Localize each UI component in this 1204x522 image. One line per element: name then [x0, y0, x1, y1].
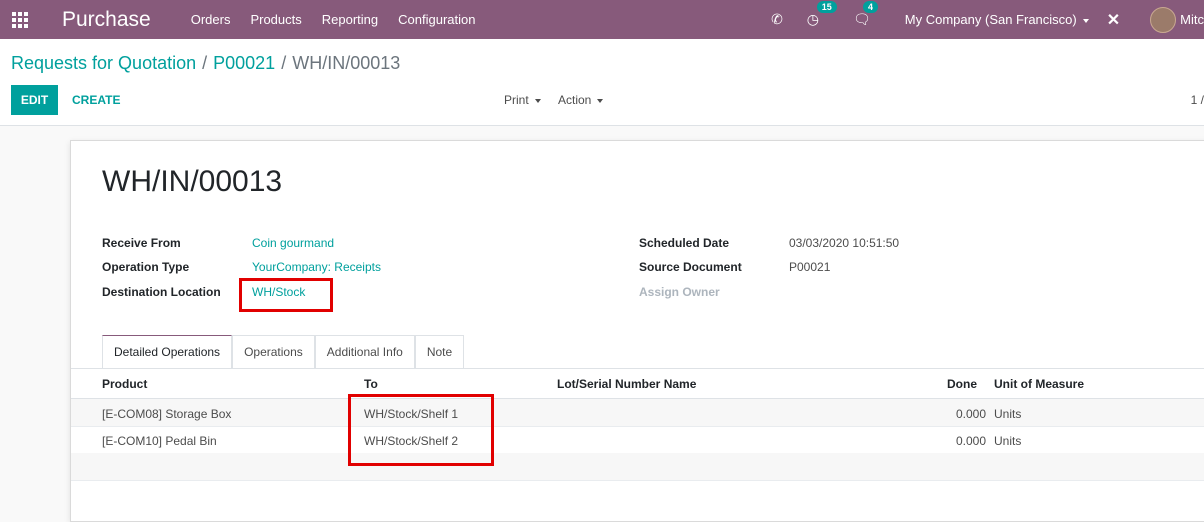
table-row[interactable]: [E-COM10] Pedal Bin WH/Stock/Shelf 2 0.0…: [71, 426, 1204, 454]
tab-note[interactable]: Note: [414, 335, 465, 368]
col-uom[interactable]: Unit of Measure: [994, 377, 1084, 391]
label-destination-location: Destination Location: [102, 285, 221, 299]
breadcrumb-current: WH/IN/00013: [292, 53, 401, 73]
app-name[interactable]: Purchase: [62, 8, 151, 32]
company-name: My Company (San Francisco): [904, 12, 1077, 27]
top-navbar: Purchase Orders Products Reporting Confi…: [0, 0, 1204, 39]
print-label: Print: [504, 93, 529, 107]
debug-tools-icon[interactable]: ✕: [1107, 10, 1120, 30]
company-switcher[interactable]: My Company (San Francisco): [905, 12, 1089, 27]
chevron-down-icon: [1082, 18, 1089, 23]
navbar-systray: ✆ ◷ 15 🗨 4 My Company (San Francisco) ✕ …: [759, 0, 1204, 39]
menu-reporting[interactable]: Reporting: [322, 12, 378, 27]
breadcrumb-po[interactable]: P00021: [213, 53, 275, 73]
done-cell: 0.000: [955, 407, 986, 421]
label-receive-from: Receive From: [102, 236, 181, 250]
form-sheet: WH/IN/00013 Receive From Coin gourmand O…: [70, 140, 1204, 522]
avatar[interactable]: [1150, 6, 1177, 33]
tab-detailed-operations[interactable]: Detailed Operations: [102, 335, 233, 368]
operation-type-value[interactable]: YourCompany: Receipts: [252, 260, 381, 274]
print-dropdown[interactable]: Print: [504, 93, 541, 107]
col-product[interactable]: Product: [102, 377, 147, 391]
source-document-value[interactable]: P00021: [789, 260, 830, 274]
product-cell: [E-COM10] Pedal Bin: [102, 434, 217, 448]
notebook-tabs: Detailed Operations Operations Additiona…: [102, 335, 465, 368]
highlight-box-to-column: [348, 394, 494, 466]
app-menu-icon[interactable]: [10, 10, 30, 30]
user-name[interactable]: Mitc: [1180, 12, 1204, 27]
product-cell: [E-COM08] Storage Box: [102, 407, 232, 421]
message-count-badge: 4: [863, 1, 879, 13]
chevron-down-icon: [597, 98, 604, 103]
activity-clock-icon[interactable]: ◷ 15: [807, 1, 837, 28]
phone-icon[interactable]: ✆: [771, 11, 783, 28]
menu-configuration[interactable]: Configuration: [398, 12, 475, 27]
col-to[interactable]: To: [364, 377, 378, 391]
label-scheduled-date: Scheduled Date: [639, 236, 730, 250]
breadcrumb: Requests for Quotation / P00021/WH/IN/0001…: [11, 53, 401, 73]
done-cell: 0.000: [955, 434, 986, 448]
receive-from-value[interactable]: Coin gourmand: [252, 236, 334, 250]
scheduled-date-value[interactable]: 03/03/2020 10:51:50: [789, 236, 899, 250]
action-dropdown[interactable]: Action: [558, 93, 604, 107]
table-row[interactable]: [E-COM08] Storage Box WH/Stock/Shelf 1 0…: [71, 399, 1204, 427]
highlight-box-destination: [239, 278, 333, 312]
messages-icon[interactable]: 🗨 4: [853, 1, 879, 28]
tab-operations[interactable]: Operations: [232, 335, 315, 368]
label-assign-owner: Assign Owner: [639, 285, 720, 299]
create-button[interactable]: CREATE: [72, 93, 120, 107]
breadcrumb-rfq[interactable]: Requests for Quotation: [11, 53, 196, 73]
menu-orders[interactable]: Orders: [191, 12, 231, 27]
col-done[interactable]: Done: [877, 377, 977, 391]
chevron-down-icon: [534, 98, 541, 103]
tab-additional-info[interactable]: Additional Info: [314, 335, 415, 368]
uom-cell: Units: [994, 434, 1022, 448]
activity-count-badge: 15: [816, 1, 837, 13]
pager[interactable]: 1 /: [1191, 93, 1204, 107]
label-operation-type: Operation Type: [102, 260, 190, 274]
action-label: Action: [558, 93, 592, 107]
label-source-document: Source Document: [639, 260, 742, 274]
menu-products[interactable]: Products: [250, 12, 301, 27]
control-panel: Requests for Quotation / P00021/WH/IN/0001…: [0, 39, 1204, 126]
uom-cell: Units: [994, 407, 1022, 421]
record-title: WH/IN/00013: [102, 165, 283, 198]
table-row-empty: [71, 453, 1204, 481]
col-lot-serial[interactable]: Lot/Serial Number Name: [557, 377, 696, 391]
edit-button[interactable]: EDIT: [11, 85, 58, 115]
table-header: Product To Lot/Serial Number Name Done U…: [71, 369, 1204, 399]
